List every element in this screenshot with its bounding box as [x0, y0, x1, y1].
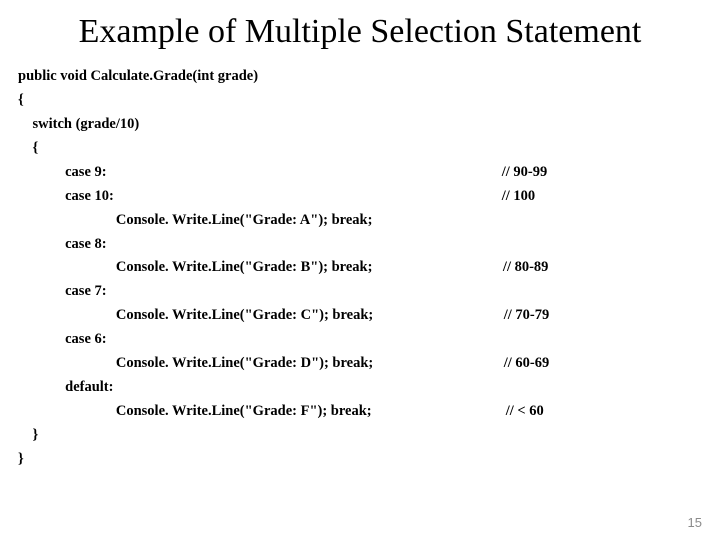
code-line: case 10: // 100 [18, 185, 702, 209]
code-line: default: [18, 376, 702, 400]
code-block: public void Calculate.Grade(int grade) {… [0, 65, 720, 472]
code-line: { [18, 89, 702, 113]
code-line: switch (grade/10) [18, 113, 702, 137]
page-number: 15 [688, 515, 702, 530]
code-line: Console. Write.Line("Grade: B"); break; … [18, 256, 702, 280]
code-line: Console. Write.Line("Grade: A"); break; [18, 209, 702, 233]
code-line: Console. Write.Line("Grade: F"); break; … [18, 400, 702, 424]
slide-title: Example of Multiple Selection Statement [0, 0, 720, 65]
code-line: } [18, 424, 702, 448]
code-line: public void Calculate.Grade(int grade) [18, 65, 702, 89]
code-line: Console. Write.Line("Grade: C"); break; … [18, 304, 702, 328]
code-line: case 6: [18, 328, 702, 352]
code-line: case 9: // 90-99 [18, 161, 702, 185]
code-line: { [18, 137, 702, 161]
code-line: case 7: [18, 280, 702, 304]
code-line: case 8: [18, 233, 702, 257]
code-line: } [18, 448, 702, 472]
code-line: Console. Write.Line("Grade: D"); break; … [18, 352, 702, 376]
